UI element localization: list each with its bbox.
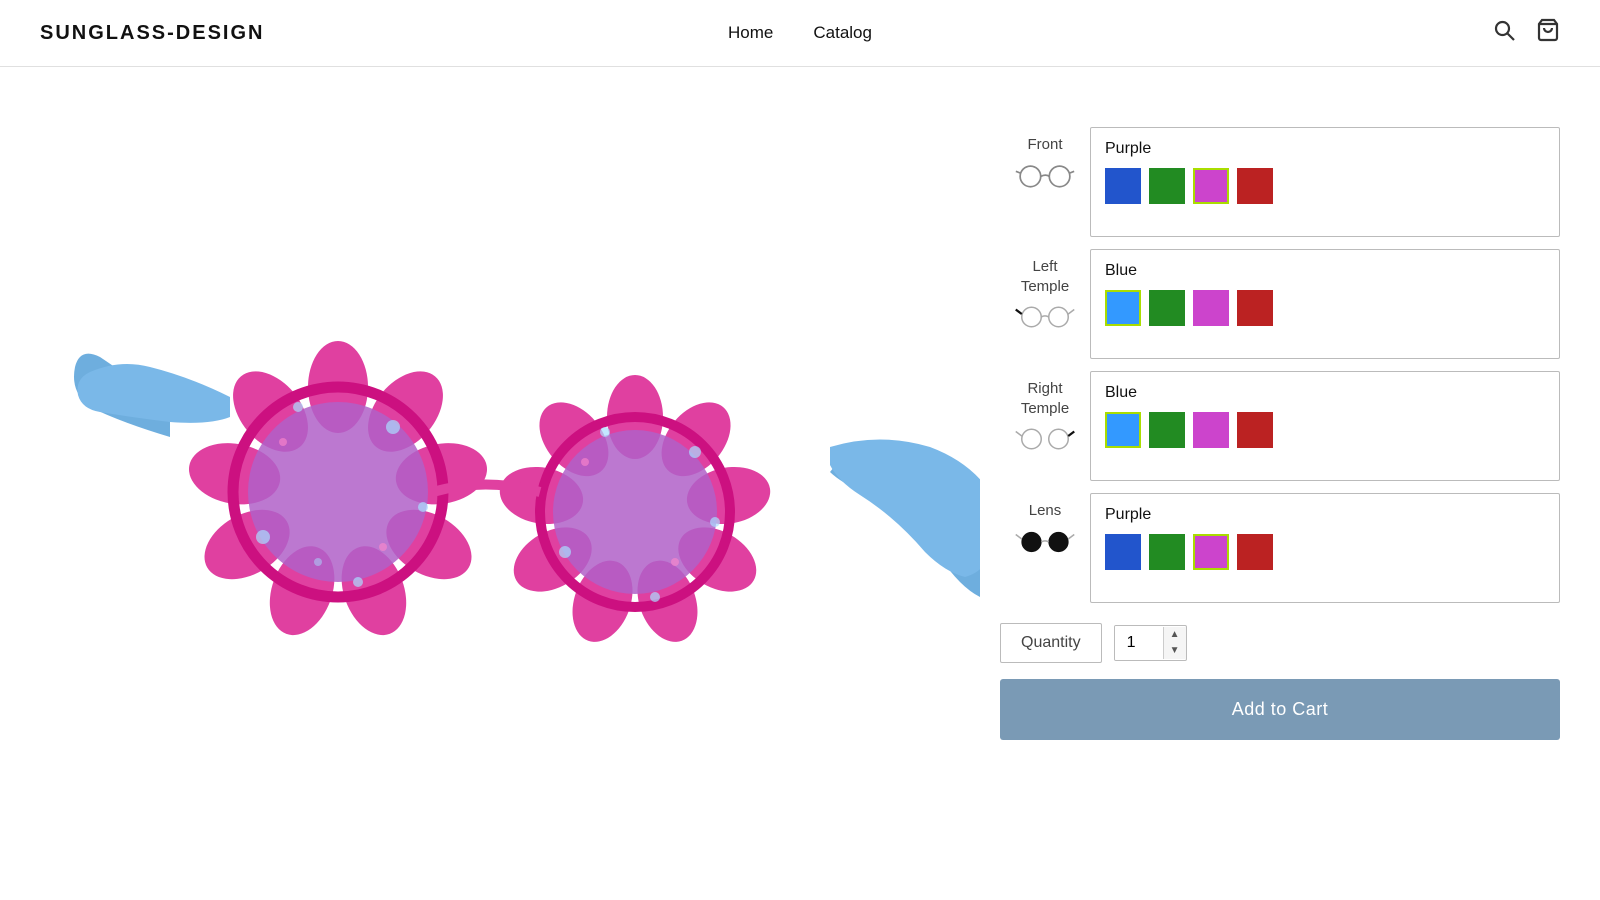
main-nav: Home Catalog — [728, 23, 872, 43]
lens-selector-box: Purple — [1090, 493, 1560, 603]
lens-selector-row: Lens Purple — [1000, 493, 1560, 603]
customizer-panel: Front Purple — [1000, 107, 1560, 807]
product-image — [60, 137, 980, 777]
right-temple-swatch-red[interactable] — [1237, 412, 1273, 448]
left-temple-swatch-purple[interactable] — [1193, 290, 1229, 326]
quantity-label: Quantity — [1000, 623, 1102, 663]
front-swatch-red[interactable] — [1237, 168, 1273, 204]
main-content: Front Purple — [0, 67, 1600, 847]
left-temple-glasses-icon — [1015, 302, 1075, 332]
cart-icon — [1536, 18, 1560, 42]
front-swatch-purple[interactable] — [1193, 168, 1229, 204]
left-temple-selector-box: Blue — [1090, 249, 1560, 359]
front-label: Front — [1027, 135, 1062, 155]
front-selector-box: Purple — [1090, 127, 1560, 237]
right-temple-swatch-blue[interactable] — [1105, 412, 1141, 448]
right-temple-selected-color: Blue — [1105, 384, 1545, 402]
quantity-increment[interactable]: ▲ — [1164, 627, 1186, 643]
lens-swatches — [1105, 534, 1545, 570]
left-temple-swatch-blue[interactable] — [1105, 290, 1141, 326]
front-label-col: Front — [1000, 135, 1090, 191]
right-temple-swatches — [1105, 412, 1545, 448]
header-icons — [1492, 18, 1560, 48]
right-temple-label-col: RightTemple — [1000, 379, 1090, 454]
right-temple-selector-box: Blue — [1090, 371, 1560, 481]
lens-selected-color: Purple — [1105, 506, 1545, 524]
brand-logo: SUNGLASS-DESIGN — [40, 22, 264, 45]
right-temple-selector-row: RightTemple Blue — [1000, 371, 1560, 481]
lens-glasses-icon — [1015, 527, 1075, 557]
quantity-input[interactable] — [1115, 626, 1163, 660]
left-temple-selected-color: Blue — [1105, 262, 1545, 280]
right-temple-swatch-purple[interactable] — [1193, 412, 1229, 448]
search-icon — [1492, 18, 1516, 42]
quantity-row: Quantity ▲ ▼ — [1000, 623, 1560, 663]
front-selector-row: Front Purple — [1000, 127, 1560, 237]
left-temple-label: LeftTemple — [1021, 257, 1069, 296]
header: SUNGLASS-DESIGN Home Catalog — [0, 0, 1600, 67]
left-temple-swatch-green[interactable] — [1149, 290, 1185, 326]
lens-swatch-green[interactable] — [1149, 534, 1185, 570]
quantity-decrement[interactable]: ▼ — [1164, 643, 1186, 659]
lens-swatch-purple[interactable] — [1193, 534, 1229, 570]
lens-swatch-red[interactable] — [1237, 534, 1273, 570]
lens-swatch-blue[interactable] — [1105, 534, 1141, 570]
right-temple-swatch-green[interactable] — [1149, 412, 1185, 448]
nav-catalog[interactable]: Catalog — [813, 23, 872, 43]
left-temple-swatches — [1105, 290, 1545, 326]
right-temple-glasses-icon — [1015, 424, 1075, 454]
add-to-cart-button[interactable]: Add to Cart — [1000, 679, 1560, 740]
nav-home[interactable]: Home — [728, 23, 773, 43]
lens-label: Lens — [1029, 501, 1062, 521]
front-swatch-green[interactable] — [1149, 168, 1185, 204]
search-button[interactable] — [1492, 18, 1516, 48]
right-temple-label: RightTemple — [1021, 379, 1069, 418]
lens-label-col: Lens — [1000, 501, 1090, 557]
front-swatches — [1105, 168, 1545, 204]
product-image-area — [40, 107, 1000, 807]
quantity-spinners: ▲ ▼ — [1163, 627, 1186, 659]
front-swatch-blue[interactable] — [1105, 168, 1141, 204]
cart-button[interactable] — [1536, 18, 1560, 48]
front-glasses-icon — [1015, 161, 1075, 191]
left-temple-swatch-red[interactable] — [1237, 290, 1273, 326]
left-temple-selector-row: LeftTemple Blue — [1000, 249, 1560, 359]
quantity-input-wrap: ▲ ▼ — [1114, 625, 1187, 661]
front-selected-color: Purple — [1105, 140, 1545, 158]
left-temple-label-col: LeftTemple — [1000, 257, 1090, 332]
